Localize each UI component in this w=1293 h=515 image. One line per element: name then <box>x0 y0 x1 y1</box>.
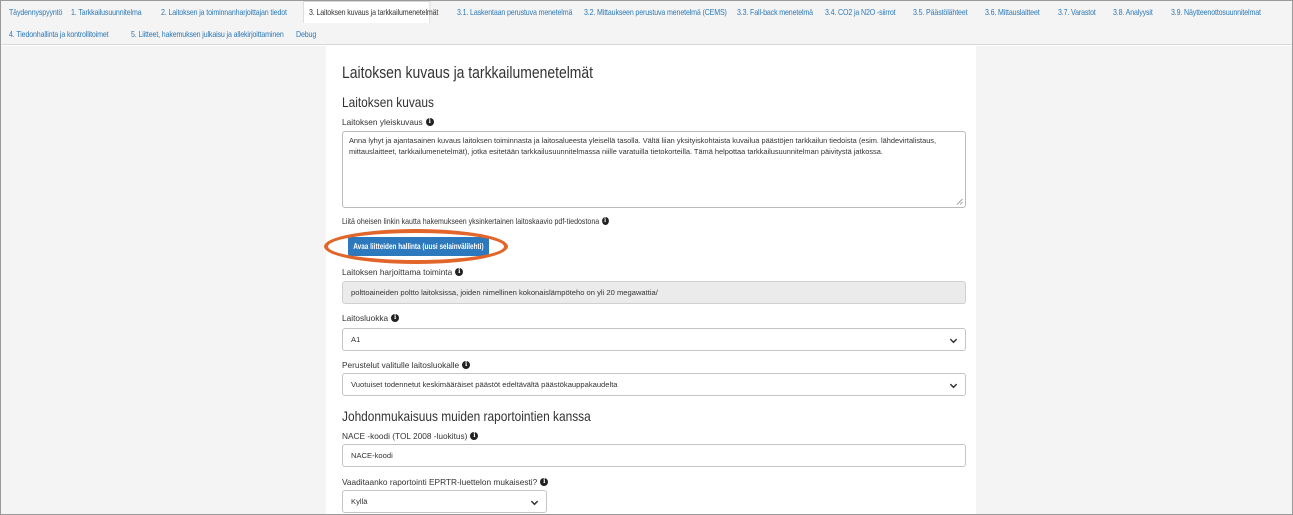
open-attachments-button-label: Avaa liitteiden hallinta (uusi selainväl… <box>353 242 484 251</box>
tab-paastolahteet[interactable]: 3.5. Päästölähteet <box>913 8 975 23</box>
general-description-label-text: Laitoksen yleiskuvaus <box>342 117 423 127</box>
justification-label-text: Perustelut valitulle laitosluokalle <box>342 360 460 370</box>
eprtr-value: Kyllä <box>351 497 368 506</box>
nace-label: NACE -koodi (TOL 2008 -luokitus) i <box>342 431 479 441</box>
justification-label: Perustelut valitulle laitosluokalle i <box>342 360 471 370</box>
activity-label: Laitoksen harjoittama toiminta i <box>342 267 464 277</box>
tab-mittaukseen-perustuva[interactable]: 3.2. Mittaukseen perustuva menetelmä (CE… <box>584 8 727 23</box>
info-icon[interactable]: i <box>601 217 609 225</box>
general-description-label: Laitoksen yleiskuvaus i <box>342 117 434 127</box>
chevron-down-icon <box>530 500 539 506</box>
resize-handle-icon[interactable] <box>956 198 963 205</box>
eprtr-select[interactable]: Kyllä <box>342 490 547 513</box>
justification-value: Vuotuiset todennetut keskimääräiset pääs… <box>351 380 618 389</box>
info-icon[interactable]: i <box>391 314 400 322</box>
section-tab-bar: Täydennyspyyntö 1. Tarkkailusuunnitelma … <box>1 1 1292 45</box>
tab-row-1: Täydennyspyyntö 1. Tarkkailusuunnitelma … <box>1 1 1281 23</box>
attachment-label: Liitä oheisen linkin kautta hakemukseen … <box>342 216 609 226</box>
chevron-down-icon <box>949 338 958 344</box>
section-title-johdonmukaisuus: Johdonmukaisuus muiden raportointien kan… <box>342 408 591 424</box>
category-label-text: Laitosluokka <box>342 313 389 323</box>
tab-liitteet-julkaisu[interactable]: 5. Liitteet, hakemuksen julkaisu ja alle… <box>131 30 284 45</box>
general-description-text: Anna lyhyt ja ajantasainen kuvaus laitok… <box>349 136 937 156</box>
justification-select[interactable]: Vuotuiset todennetut keskimääräiset pääs… <box>342 373 966 396</box>
eprtr-label-text: Vaaditaanko raportointi EPRTR-luettelon … <box>342 477 538 487</box>
tab-tiedonhallinta[interactable]: 4. Tiedonhallinta ja kontrollitoimet <box>9 30 114 45</box>
tab-tarkkailusuunnitelma[interactable]: 1. Tarkkailusuunnitelma <box>71 8 148 23</box>
tab-analyysit[interactable]: 3.8. Analyysit <box>1113 8 1163 23</box>
info-icon[interactable]: i <box>455 268 464 276</box>
eprtr-label: Vaaditaanko raportointi EPRTR-luettelon … <box>342 477 549 487</box>
page-background: Laitoksen kuvaus ja tarkkailumenetelmät … <box>1 46 1292 514</box>
nace-code-input[interactable]: NACE-koodi <box>342 444 966 467</box>
info-icon[interactable]: i <box>540 478 549 486</box>
tab-naytteenottosuunnitelmat[interactable]: 3.9. Näytteenottosuunnitelmat <box>1171 8 1266 23</box>
tab-laitoksen-tiedot[interactable]: 2. Laitoksen ja toiminnanharjoittajan ti… <box>161 8 287 23</box>
category-value: A1 <box>351 335 361 344</box>
attachment-label-text: Liitä oheisen linkin kautta hakemukseen … <box>342 216 600 226</box>
tab-varastot[interactable]: 3.7. Varastot <box>1058 8 1105 23</box>
info-icon[interactable]: i <box>470 432 479 440</box>
general-description-textarea[interactable]: Anna lyhyt ja ajantasainen kuvaus laitok… <box>342 131 966 208</box>
nace-label-text: NACE -koodi (TOL 2008 -luokitus) <box>342 431 468 441</box>
open-attachments-button[interactable]: Avaa liitteiden hallinta (uusi selainväl… <box>348 237 489 256</box>
tab-debug[interactable]: Debug <box>296 30 330 45</box>
category-label: Laitosluokka i <box>342 313 400 323</box>
tab-laskentaan-perustuva[interactable]: 3.1. Laskentaan perustuva menetelmä <box>457 8 572 23</box>
page-title: Laitoksen kuvaus ja tarkkailumenetelmät <box>342 63 594 82</box>
activity-label-text: Laitoksen harjoittama toiminta <box>342 267 453 277</box>
info-icon[interactable]: i <box>425 118 434 126</box>
section-title-laitoksen-kuvaus: Laitoksen kuvaus <box>342 94 434 110</box>
tab-row-2: 4. Tiedonhallinta ja kontrollitoimet 5. … <box>1 23 336 45</box>
form-panel: Laitoksen kuvaus ja tarkkailumenetelmät … <box>324 46 976 514</box>
activity-field: polttoaineiden poltto laitoksissa, joide… <box>342 281 966 304</box>
tab-co2-n2o-siirrot[interactable]: 3.4. CO2 ja N2O -siirrot <box>825 8 901 23</box>
tab-mittauslaitteet[interactable]: 3.6. Mittauslaitteet <box>985 8 1048 23</box>
tab-fall-back[interactable]: 3.3. Fall-back menetelmä <box>737 8 813 23</box>
info-icon[interactable]: i <box>462 361 471 369</box>
category-select[interactable]: A1 <box>342 328 966 351</box>
app-window: Täydennyspyyntö 1. Tarkkailusuunnitelma … <box>0 0 1293 515</box>
tab-taydennyspyynto[interactable]: Täydennyspyyntö <box>9 8 62 23</box>
chevron-down-icon <box>949 383 958 389</box>
nace-code-value: NACE-koodi <box>351 451 393 460</box>
tab-laitoksen-kuvaus[interactable]: 3. Laitoksen kuvaus ja tarkkailumenetelm… <box>303 1 438 23</box>
activity-value: polttoaineiden poltto laitoksissa, joide… <box>351 288 658 297</box>
